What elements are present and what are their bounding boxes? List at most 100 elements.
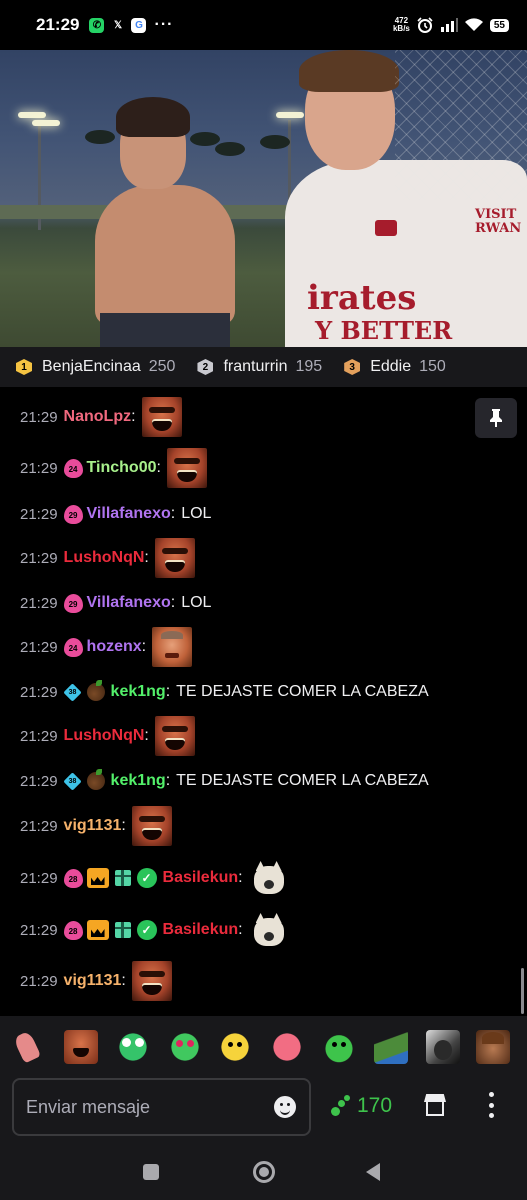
subscriber-months: 24 <box>68 644 78 653</box>
notification-icons: ✆ 𝕏 G <box>89 17 152 33</box>
message-text: TE DEJASTE COMER LA CABEZA <box>176 683 429 700</box>
message-text: LOL <box>181 505 212 522</box>
more-options-icon[interactable] <box>488 1092 494 1118</box>
cat-emote[interactable] <box>248 858 289 898</box>
store-icon[interactable] <box>424 1094 446 1116</box>
status-bar: 21:29 ✆ 𝕏 G ··· 472 kB/s 55 <box>0 0 527 50</box>
chat-username[interactable]: Villafanexo <box>87 594 171 612</box>
back-button[interactable] <box>366 1163 380 1181</box>
chat-username[interactable]: vig1131 <box>64 972 122 990</box>
chat-message: 21:29 38 kek1ng: TE DEJASTE COMER LA CABEZA <box>20 672 429 712</box>
bw-face-emote[interactable] <box>426 1030 460 1064</box>
chat-scrollbar[interactable] <box>521 968 524 1014</box>
message-separator: : <box>165 772 171 789</box>
more-notifications-icon: ··· <box>154 16 174 33</box>
sad-emote[interactable] <box>152 627 193 667</box>
crown-badge-icon <box>86 920 109 940</box>
chat-username[interactable]: Basilekun <box>163 921 239 939</box>
gift-badge-icon <box>114 870 131 886</box>
banana-emote[interactable] <box>218 1030 252 1064</box>
leaderboard-entry[interactable]: 3 Eddie 150 <box>344 358 446 376</box>
subscriber-months: 29 <box>68 511 78 520</box>
battery-icon: 55 <box>489 18 509 32</box>
message-timestamp: 21:29 <box>20 408 58 426</box>
alarm-icon <box>417 17 433 33</box>
chat-username[interactable]: vig1131 <box>64 817 122 835</box>
frog-eyes-emote[interactable] <box>116 1030 150 1064</box>
rank-badge-icon: 2 <box>197 359 214 375</box>
message-timestamp: 21:29 <box>20 817 58 835</box>
rank-badge-icon: 1 <box>16 359 32 375</box>
gift-leaderboard[interactable]: 1 BenjaEncinaa 250 2 franturrin 195 3 Eddie 150 <box>0 347 527 387</box>
message-timestamp: 21:29 <box>20 459 58 477</box>
chat-username[interactable]: Basilekun <box>163 869 239 887</box>
network-speed: 472 kB/s <box>393 17 410 33</box>
pink-blob-emote[interactable] <box>270 1030 304 1064</box>
video-player[interactable]: irates Y BETTER VISIT RWAN <box>0 50 527 347</box>
chat-username[interactable]: Villafanexo <box>87 505 171 523</box>
stadium-light <box>32 120 60 126</box>
message-timestamp: 21:29 <box>20 594 58 612</box>
chat-panel[interactable]: 21:29 NanoLpz: 21:29 24 Tincho00: 21:29 29 Vill… <box>0 388 527 1016</box>
diamond-badge-value: 38 <box>68 688 77 696</box>
chat-username[interactable]: kek1ng <box>111 683 166 701</box>
emoji-picker-icon[interactable] <box>274 1096 296 1118</box>
channel-points-button[interactable]: 170 <box>331 1094 392 1118</box>
chat-message: 21:29 vig1131: <box>20 806 172 846</box>
message-timestamp: 21:29 <box>20 549 58 567</box>
laugh-emote[interactable] <box>131 806 172 846</box>
praying-hands-emote[interactable] <box>10 1030 44 1064</box>
chat-message: 21:29 29 Villafanexo: LOL <box>20 494 211 534</box>
shirt-sponsor-text: irates <box>307 278 417 318</box>
message-timestamp: 21:29 <box>20 921 58 939</box>
rank-badge-icon: 3 <box>344 359 361 375</box>
message-timestamp: 21:29 <box>20 772 58 790</box>
chat-username[interactable]: kek1ng <box>111 772 166 790</box>
message-separator: : <box>238 869 243 886</box>
laugh-emote[interactable] <box>166 448 207 488</box>
subscriber-badge-icon: 28 <box>63 920 83 940</box>
subscriber-badge-icon: 29 <box>63 593 83 613</box>
frog-heart-emote[interactable] <box>168 1030 202 1064</box>
message-timestamp: 21:29 <box>20 683 58 701</box>
laugh-emote[interactable] <box>141 397 182 437</box>
channel-points-icon <box>331 1095 353 1117</box>
laugh-emote[interactable] <box>154 716 195 756</box>
subscriber-badge-icon: 24 <box>63 458 83 478</box>
chat-username[interactable]: LushoNqN <box>64 549 145 567</box>
message-timestamp: 21:29 <box>20 869 58 887</box>
laugh-emote[interactable] <box>64 1030 98 1064</box>
chat-message: 21:29 24 Tincho00: <box>20 448 207 488</box>
message-separator: : <box>141 638 147 655</box>
message-separator: : <box>156 459 161 476</box>
pepe-emote[interactable] <box>374 1030 408 1064</box>
leaderboard-entry[interactable]: 1 BenjaEncinaa 250 <box>16 358 175 376</box>
verified-badge-icon: ✓ <box>136 920 157 940</box>
leaderboard-score: 195 <box>295 358 323 375</box>
pin-button[interactable] <box>475 398 517 438</box>
home-button[interactable] <box>253 1161 275 1183</box>
chat-message-input[interactable] <box>12 1078 311 1136</box>
laugh-emote[interactable] <box>131 961 172 1001</box>
man-face-emote[interactable] <box>476 1030 510 1064</box>
chat-username[interactable]: LushoNqN <box>64 727 145 745</box>
channel-points-value: 170 <box>357 1094 393 1117</box>
subscriber-badge-icon: 29 <box>63 504 83 524</box>
leaderboard-name: Eddie <box>370 358 412 375</box>
subscriber-months: 29 <box>68 600 78 609</box>
green-slime-emote[interactable] <box>322 1030 356 1064</box>
leaderboard-entry[interactable]: 2 franturrin 195 <box>197 358 322 376</box>
chat-username[interactable]: hozenx <box>87 638 142 656</box>
coconut-badge-icon <box>86 769 105 790</box>
google-icon: G <box>131 17 147 33</box>
recents-button[interactable] <box>143 1164 159 1180</box>
message-timestamp: 21:29 <box>20 972 58 990</box>
laugh-emote[interactable] <box>154 538 195 578</box>
cat-emote[interactable] <box>248 910 289 950</box>
gift-badge-icon <box>114 922 131 938</box>
chat-username[interactable]: NanoLpz <box>64 408 132 426</box>
chat-username[interactable]: Tincho00 <box>87 459 157 477</box>
chat-message: 21:29 LushoNqN: <box>20 716 195 756</box>
leaderboard-score: 250 <box>148 358 176 375</box>
status-time: 21:29 <box>36 15 80 34</box>
